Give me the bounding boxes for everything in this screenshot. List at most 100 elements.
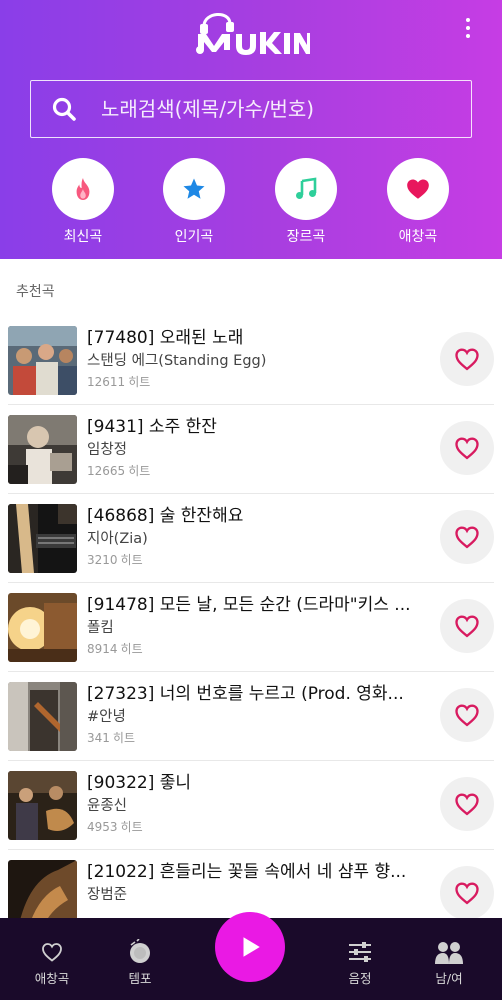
favorite-button[interactable]: [440, 510, 494, 564]
song-info: [46868] 술 한잔해요 지아(Zia) 3210 히트: [87, 504, 417, 570]
people-icon: [435, 942, 463, 964]
favorite-button[interactable]: [440, 332, 494, 386]
nav-tempo[interactable]: 템포: [105, 939, 175, 987]
play-button[interactable]: [215, 912, 285, 982]
song-title: [9431] 소주 한잔: [87, 417, 217, 437]
hits-count: 3210: [87, 553, 118, 567]
song-info: [90322] 좋니 윤종신 4953 히트: [87, 771, 417, 837]
song-hits: 341 히트: [87, 728, 417, 748]
song-title: [77480] 오래된 노래: [87, 328, 244, 348]
hits-unit: 히트: [112, 731, 135, 745]
album-thumbnail: [8, 682, 77, 751]
hits-unit: 히트: [120, 820, 143, 834]
song-row[interactable]: [91478] 모든 날, 모든 순간 (드라마"키스 ... 폴킴 8914 히…: [8, 583, 494, 672]
song-row[interactable]: [77480] 오래된 노래 스탠딩 에그(Standing Egg) 1261…: [8, 316, 494, 405]
nav-tempo-label: 템포: [128, 971, 152, 986]
song-info: [91478] 모든 날, 모든 순간 (드라마"키스 ... 폴킴 8914 히…: [87, 593, 417, 659]
song-row[interactable]: [90322] 좋니 윤종신 4953 히트: [8, 761, 494, 850]
song-row[interactable]: [27323] 너의 번호를 누르고 (Prod. 영화... #안녕 341 히…: [8, 672, 494, 761]
hits-count: 12611: [87, 375, 126, 389]
hits-unit: 히트: [128, 464, 151, 478]
song-info: [9431] 소주 한잔 임창정 12665 히트: [87, 415, 417, 481]
song-artist: 폴킴: [87, 620, 114, 636]
section-title: 추천곡: [16, 284, 55, 300]
search-box[interactable]: [30, 80, 472, 138]
category-genre-circle: [275, 158, 337, 220]
equalizer-icon: [349, 942, 371, 962]
hits-unit: 히트: [128, 375, 151, 389]
heart-outline-icon: [455, 437, 479, 460]
category-latest[interactable]: 최신곡: [33, 158, 133, 246]
song-list: [77480] 오래된 노래 스탠딩 에그(Standing Egg) 1261…: [0, 316, 502, 939]
category-latest-circle: [52, 158, 114, 220]
category-genre[interactable]: 장르곡: [256, 158, 356, 246]
nav-pitch[interactable]: 음정: [325, 940, 395, 987]
heart-outline-icon: [455, 793, 479, 816]
song-title: [46868] 술 한잔해요: [87, 506, 244, 526]
tambourine-icon: [130, 939, 150, 963]
song-info: [77480] 오래된 노래 스탠딩 에그(Standing Egg) 1261…: [87, 326, 417, 392]
hits-count: 341: [87, 731, 110, 745]
heart-outline-icon: [455, 526, 479, 549]
album-thumbnail: [8, 326, 77, 395]
hits-unit: 히트: [120, 553, 143, 567]
search-input[interactable]: [101, 81, 461, 136]
nav-gender[interactable]: 남/여: [414, 940, 484, 987]
nav-favorites[interactable]: 애창곡: [17, 940, 87, 987]
category-popular-label: 인기곡: [174, 229, 214, 245]
heart-outline-icon: [455, 704, 479, 727]
song-artist: 장범준: [87, 887, 128, 903]
heart-icon: [407, 179, 429, 199]
nav-pitch-label: 음정: [348, 971, 372, 986]
song-hits: 8914 히트: [87, 639, 417, 659]
album-thumbnail: [8, 593, 77, 662]
hits-count: 4953: [87, 820, 118, 834]
category-favorites[interactable]: 애창곡: [368, 158, 468, 246]
hits-unit: 히트: [120, 642, 143, 656]
song-artist: 스탠딩 에그(Standing Egg): [87, 353, 267, 369]
search-icon: [52, 97, 76, 121]
star-icon: [183, 178, 205, 199]
app-header: 최신곡 인기곡 장르곡: [0, 0, 502, 259]
song-row[interactable]: [9431] 소주 한잔 임창정 12665 히트: [8, 405, 494, 494]
heart-outline-icon: [42, 943, 62, 962]
song-title: [90322] 좋니: [87, 773, 192, 793]
song-info: [27323] 너의 번호를 누르고 (Prod. 영화... #안녕 341 히…: [87, 682, 417, 748]
song-row[interactable]: [46868] 술 한잔해요 지아(Zia) 3210 히트: [8, 494, 494, 583]
category-row: 최신곡 인기곡 장르곡 애창곡: [0, 158, 502, 248]
favorite-button[interactable]: [440, 599, 494, 653]
category-favorites-circle: [387, 158, 449, 220]
favorite-button[interactable]: [440, 777, 494, 831]
heart-outline-icon: [455, 348, 479, 371]
song-title: [91478] 모든 날, 모든 순간 (드라마"키스 ...: [87, 595, 411, 615]
more-vertical-icon[interactable]: [458, 18, 478, 42]
song-artist: 지아(Zia): [87, 531, 148, 547]
category-popular-circle: [163, 158, 225, 220]
play-icon: [243, 937, 260, 957]
hits-count: 8914: [87, 642, 118, 656]
mukin-logo: [196, 13, 310, 55]
category-latest-label: 최신곡: [63, 229, 103, 245]
heart-outline-icon: [455, 882, 479, 905]
favorite-button[interactable]: [440, 866, 494, 920]
category-favorites-label: 애창곡: [398, 229, 438, 245]
song-hits: 12665 히트: [87, 461, 417, 481]
song-title: [21022] 흔들리는 꽃들 속에서 네 샴푸 향...: [87, 862, 407, 882]
album-thumbnail: [8, 415, 77, 484]
song-hits: 12611 히트: [87, 372, 417, 392]
nav-favorites-label: 애창곡: [34, 971, 70, 986]
song-title: [27323] 너의 번호를 누르고 (Prod. 영화...: [87, 684, 404, 704]
album-thumbnail: [8, 504, 77, 573]
song-hits: 3210 히트: [87, 550, 417, 570]
hits-count: 12665: [87, 464, 126, 478]
favorite-button[interactable]: [440, 421, 494, 475]
favorite-button[interactable]: [440, 688, 494, 742]
song-hits: 4953 히트: [87, 817, 417, 837]
nav-gender-label: 남/여: [435, 971, 463, 986]
song-artist: #안녕: [87, 709, 126, 725]
music-note-icon: [296, 177, 317, 199]
song-artist: 임창정: [87, 442, 128, 458]
category-popular[interactable]: 인기곡: [144, 158, 244, 246]
category-genre-label: 장르곡: [286, 229, 326, 245]
heart-outline-icon: [455, 615, 479, 638]
